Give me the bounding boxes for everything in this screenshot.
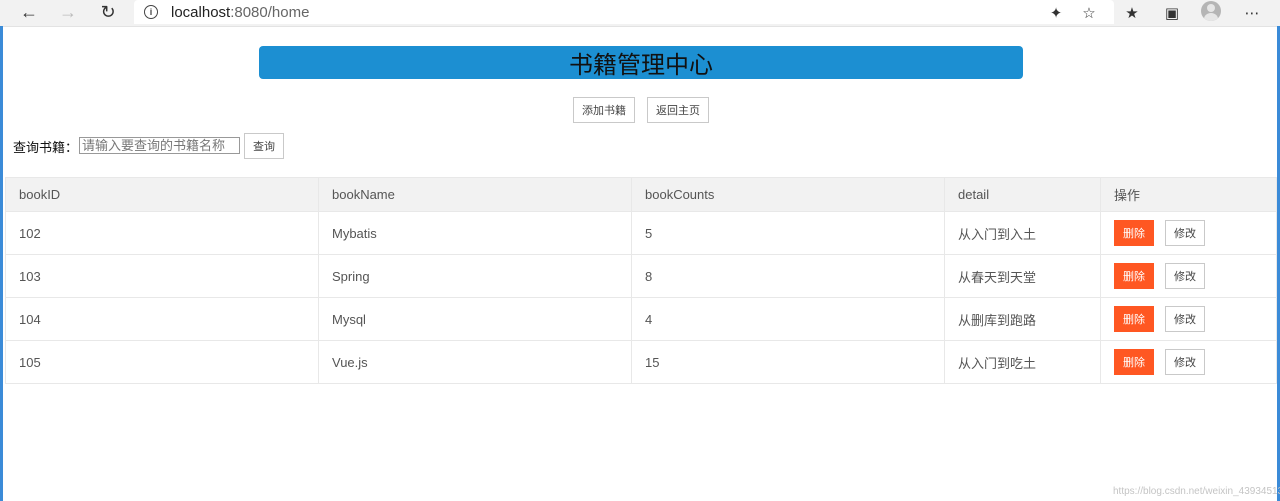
table-row: 105 Vue.js 15 从入门到吃土 删除 修改 <box>5 340 1277 384</box>
table-row: 102 Mybatis 5 从入门到入土 删除 修改 <box>5 211 1277 255</box>
cell-book-name: Vue.js <box>318 340 632 384</box>
delete-button[interactable]: 删除 <box>1114 263 1154 289</box>
forward-icon[interactable]: → <box>56 1 80 23</box>
column-header-detail: detail <box>944 177 1101 212</box>
table-header-row: bookID bookName bookCounts detail 操作 <box>5 177 1277 212</box>
url-host: localhost <box>171 3 231 21</box>
cell-book-counts: 8 <box>631 254 945 298</box>
cell-book-counts: 5 <box>631 211 945 255</box>
page-title: 书籍管理中心 <box>259 46 1023 79</box>
back-icon[interactable]: ← <box>17 1 41 23</box>
cell-actions: 删除 修改 <box>1100 297 1277 341</box>
browser-toolbar: ← → ↻ i localhost:8080/home ✦ ☆ ★ ▣ ⋯ <box>0 0 1280 27</box>
cell-book-detail: 从入门到入土 <box>944 211 1101 255</box>
edit-button[interactable]: 修改 <box>1165 220 1205 246</box>
search-input[interactable] <box>79 137 240 154</box>
watermark: https://blog.csdn.net/weixin_43934513 <box>1113 486 1280 497</box>
url-path: :8080/home <box>230 3 310 21</box>
add-book-button[interactable]: 添加书籍 <box>573 97 635 123</box>
cell-book-detail: 从春天到天堂 <box>944 254 1101 298</box>
cell-book-counts: 15 <box>631 340 945 384</box>
cell-book-counts: 4 <box>631 297 945 341</box>
favorites-icon[interactable]: ★ <box>1121 2 1143 24</box>
table-row: 103 Spring 8 从春天到天堂 删除 修改 <box>5 254 1277 298</box>
back-home-button[interactable]: 返回主页 <box>647 97 709 123</box>
window-border-left <box>0 26 3 501</box>
url-text[interactable]: localhost:8080/home <box>171 4 309 21</box>
cell-book-id: 102 <box>5 211 319 255</box>
table-row: 104 Mysql 4 从删库到跑路 删除 修改 <box>5 297 1277 341</box>
cell-book-name: Mybatis <box>318 211 632 255</box>
cell-book-detail: 从入门到吃土 <box>944 340 1101 384</box>
column-header-bookid: bookID <box>5 177 319 212</box>
edit-button[interactable]: 修改 <box>1165 306 1205 332</box>
delete-button[interactable]: 删除 <box>1114 220 1154 246</box>
search-label: 查询书籍： <box>13 140 79 155</box>
translate-icon[interactable]: ✦ <box>1045 2 1067 24</box>
delete-button[interactable]: 删除 <box>1114 349 1154 375</box>
star-icon[interactable]: ☆ <box>1078 2 1100 24</box>
address-bar[interactable]: i localhost:8080/home <box>134 0 1114 24</box>
refresh-icon[interactable]: ↻ <box>96 1 120 23</box>
profile-avatar[interactable] <box>1201 1 1221 21</box>
more-icon[interactable]: ⋯ <box>1241 2 1263 24</box>
cell-actions: 删除 修改 <box>1100 340 1277 384</box>
edit-button[interactable]: 修改 <box>1165 263 1205 289</box>
cell-book-id: 103 <box>5 254 319 298</box>
cell-actions: 删除 修改 <box>1100 211 1277 255</box>
column-header-actions: 操作 <box>1100 177 1277 212</box>
cell-actions: 删除 修改 <box>1100 254 1277 298</box>
books-table: bookID bookName bookCounts detail 操作 102… <box>5 177 1277 384</box>
edit-button[interactable]: 修改 <box>1165 349 1205 375</box>
collections-icon[interactable]: ▣ <box>1161 2 1183 24</box>
cell-book-id: 104 <box>5 297 319 341</box>
cell-book-detail: 从删库到跑路 <box>944 297 1101 341</box>
column-header-bookname: bookName <box>318 177 632 212</box>
cell-book-name: Spring <box>318 254 632 298</box>
info-icon[interactable]: i <box>144 5 158 19</box>
cell-book-id: 105 <box>5 340 319 384</box>
delete-button[interactable]: 删除 <box>1114 306 1154 332</box>
column-header-bookcounts: bookCounts <box>631 177 945 212</box>
search-button[interactable]: 查询 <box>244 133 284 159</box>
cell-book-name: Mysql <box>318 297 632 341</box>
